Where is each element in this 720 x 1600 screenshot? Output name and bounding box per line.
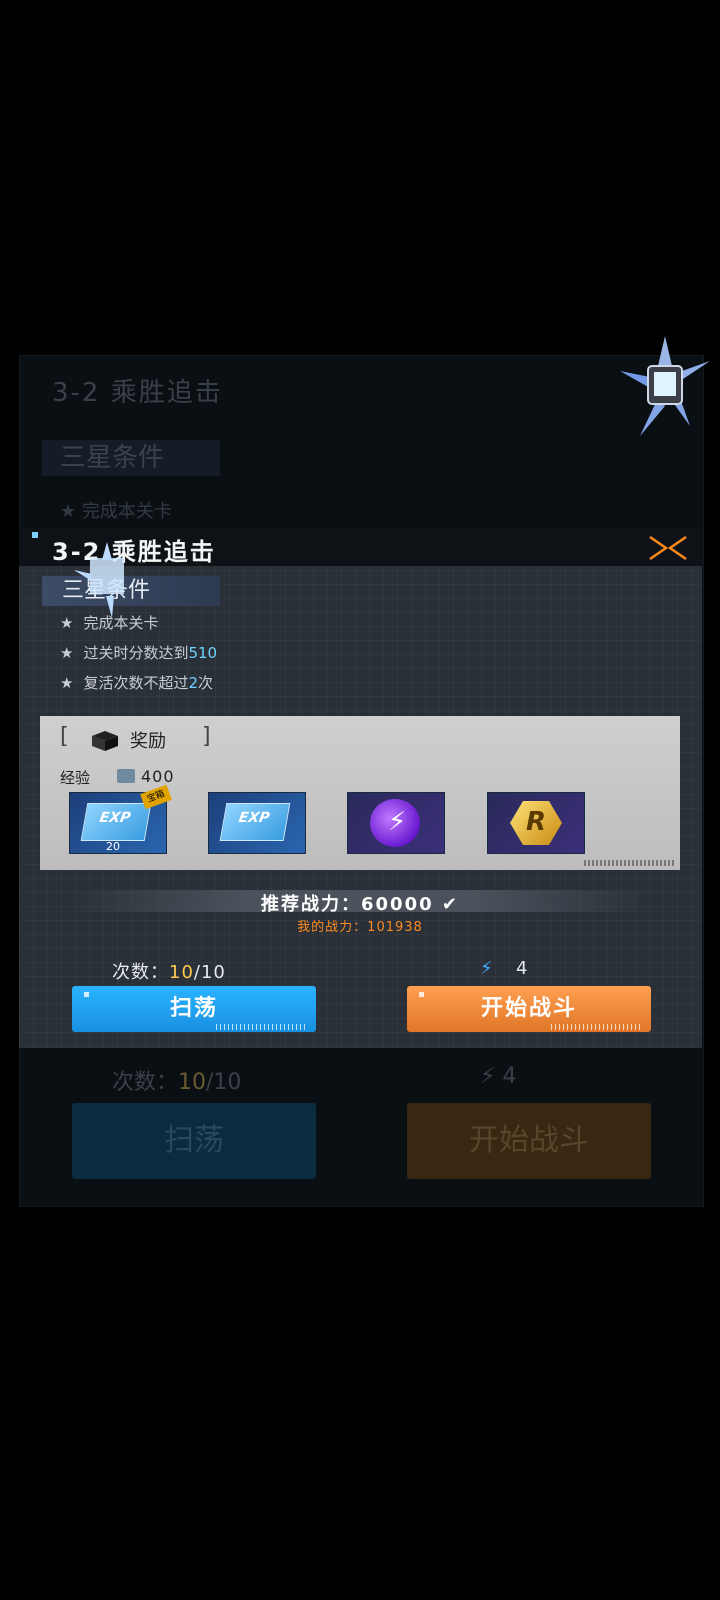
button-tick-decoration [551,1024,641,1030]
condition-text: 完成本关卡 [83,614,159,632]
exp-card-text: EXP [237,810,271,826]
reward-item-exp-card[interactable]: EXP [208,792,306,854]
star-icon: ★ [60,614,74,632]
star-icon: ★ [60,674,74,692]
condition-item: ★ 过关时分数达到510 [60,642,217,663]
reward-item-exp-card[interactable]: EXP 宝箱 20 [69,784,172,854]
background-condition-text: 完成本关卡 [81,501,172,522]
star-icon: ★ [60,644,74,662]
exp-icon [117,769,135,783]
background-section-title: 三星条件 [42,440,220,476]
exp-value: 400 [141,767,175,786]
count-current: 10 [169,962,194,983]
condition-item: ★ 复活次数不超过2次 [60,672,213,693]
close-icon[interactable] [648,534,688,562]
background-stage-title: 3-2 乘胜追击 [52,378,223,408]
header-indicator [32,532,38,538]
r-coin-icon: R [510,801,562,845]
background-count-current: 10 [178,1070,207,1095]
condition-text: 复活次数不超过 [83,674,189,692]
background-condition: ★ 完成本关卡 [60,501,172,522]
sweep-button[interactable]: 扫荡 [72,986,316,1032]
energy-cost: 4 [516,958,528,979]
energy-bolt-icon: ⚡ [480,958,493,979]
reward-item-r-coin[interactable]: R [487,792,585,854]
background-count-label: 次数： [112,1070,179,1095]
exp-card-text: EXP [98,810,132,826]
button-corner-mark [84,992,89,997]
background-sweep-button: 扫荡 [72,1103,316,1179]
lightning-glyph: ⚡ [388,807,407,837]
bracket-right: ] [202,724,211,749]
count-total: /10 [193,962,226,983]
start-battle-button-label: 开始战斗 [480,996,577,1021]
condition-value: 510 [188,644,218,662]
condition-item: ★ 完成本关卡 [60,612,158,633]
condition-value: 2 [188,674,199,692]
background-count: 次数：10/10 [112,1064,241,1096]
exp-label: 经验 [60,769,91,787]
exp-card-icon: EXP [219,803,291,841]
count-label: 次数： [112,962,169,983]
background-count-total: /10 [206,1070,242,1095]
button-tick-decoration [216,1024,306,1030]
my-power: 我的战力：101938 [297,920,423,935]
small-drone-icon [74,542,124,618]
sweep-button-label: 扫荡 [169,996,218,1021]
panel-decoration [584,860,676,866]
start-battle-button[interactable]: 开始战斗 [407,986,651,1032]
box-icon [92,731,118,751]
item-quantity: 20 [106,840,120,853]
background-fight-button: 开始战斗 [407,1103,651,1179]
recommended-power: 推荐战力：60000 ✔ [261,894,459,915]
energy-orb-icon: ⚡ [370,799,420,847]
button-corner-mark [419,992,424,997]
reward-item-energy-orb[interactable]: ⚡ [347,792,445,854]
bracket-left: [ [60,724,69,749]
background-energy-value: 4 [502,1064,517,1089]
exp-card-icon: EXP [80,803,152,841]
background-energy: ⚡ 4 [480,1064,517,1089]
condition-text: 过关时分数达到 [83,644,189,662]
condition-suffix: 次 [198,674,214,692]
r-coin-letter: R [526,807,547,837]
drone-icon [620,336,710,436]
reward-label: 奖励 [130,731,166,752]
attempt-count: 次数：10/10 [112,958,226,984]
